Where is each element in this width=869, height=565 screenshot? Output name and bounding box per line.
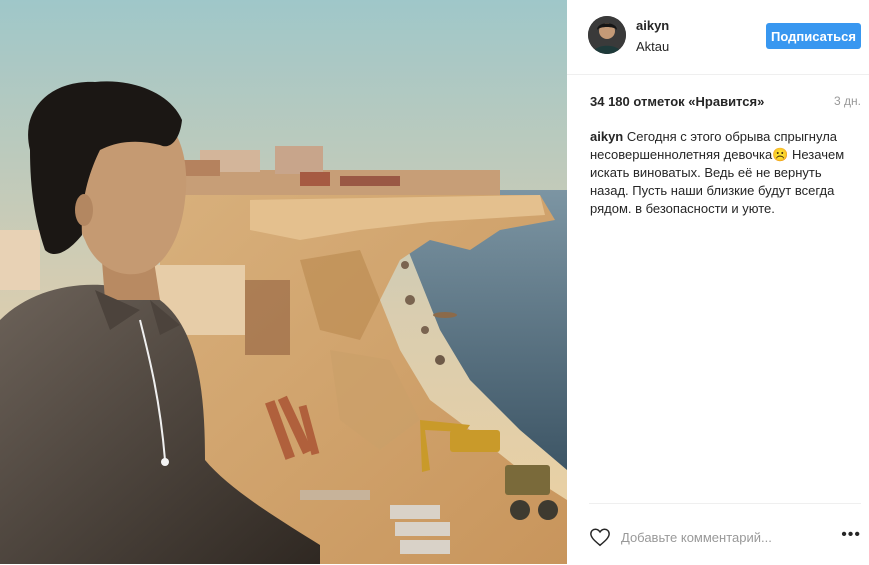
avatar[interactable] — [588, 16, 626, 54]
avatar-image — [588, 16, 626, 54]
more-options-icon[interactable]: ••• — [841, 526, 861, 544]
follow-button[interactable]: Подписаться — [766, 23, 861, 49]
comment-bar: ••• — [589, 503, 861, 565]
heart-icon[interactable] — [589, 526, 611, 548]
post-photo[interactable] — [0, 0, 567, 564]
post-header: aikyn Aktau Подписаться — [567, 0, 869, 75]
username-link[interactable]: aikyn — [636, 18, 669, 33]
post-caption: aikyn Сегодня с этого обрыва спрыгнула н… — [590, 128, 855, 218]
caption-text: Сегодня с этого обрыва спрыгнула несовер… — [590, 129, 845, 216]
location-link[interactable]: Aktau — [636, 39, 669, 54]
comment-input[interactable] — [621, 527, 821, 547]
caption-username[interactable]: aikyn — [590, 129, 623, 144]
post-sidebar: aikyn Aktau Подписаться 34 180 отметок «… — [567, 0, 869, 564]
likes-count[interactable]: 34 180 отметок «Нравится» — [590, 94, 764, 109]
post-time[interactable]: 3 дн. — [834, 94, 861, 108]
photo-image — [0, 0, 567, 564]
